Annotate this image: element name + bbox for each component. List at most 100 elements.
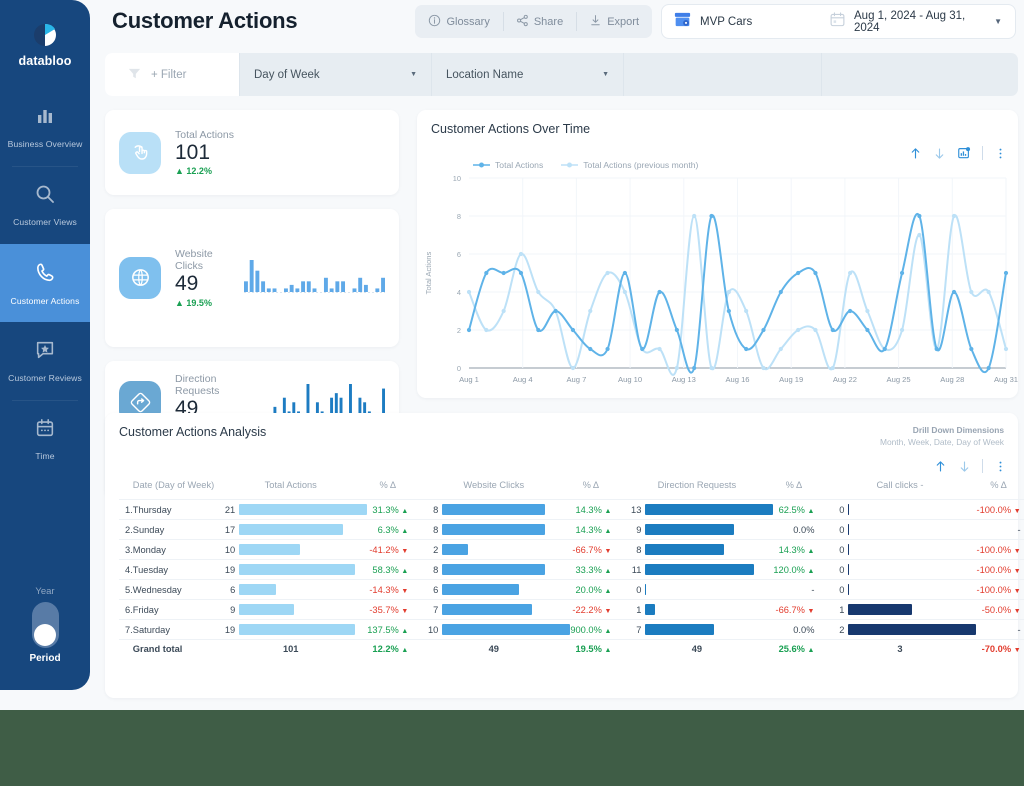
col-date[interactable]: Date (Day of Week) (133, 475, 214, 500)
table-row[interactable]: 4. Tuesday 19 58.3% ▲ 8 33.3% ▲ 11 120.0% ▲ 0 -10… (119, 559, 1024, 580)
col-direction-requests[interactable]: Direction Requests (620, 475, 773, 500)
table-header-row: Date (Day of Week) Total Actions % Δ Web… (119, 475, 1024, 500)
review-star-icon (34, 339, 56, 366)
row-day-name: Sunday (132, 519, 215, 540)
tap-click-icon (119, 131, 161, 174)
kpi-label: Direction Requests (175, 372, 220, 397)
legend-item[interactable]: Total Actions (previous month) (561, 160, 698, 170)
row-day-name: Monday (132, 539, 215, 560)
svg-text:Aug 25: Aug 25 (887, 375, 911, 384)
account-name: MVP Cars (700, 15, 753, 28)
table-row[interactable]: 7. Saturday 19 137.5% ▲ 10 900.0% ▲ 7 0.0% 2- (119, 619, 1024, 640)
table-toolbar (934, 459, 1007, 473)
bar-chart-icon (34, 105, 56, 132)
table-row[interactable]: 2. Sunday 17 6.3% ▲ 8 14.3% ▲ 9 0.0% 0- (119, 519, 1024, 540)
filter-bar: + Filter Day of Week ▼ Location Name ▼ (105, 53, 1018, 96)
svg-text:Aug 10: Aug 10 (618, 375, 642, 384)
col-total-actions[interactable]: Total Actions (214, 475, 367, 500)
table-row[interactable]: 1. Thursday 21 31.3% ▲ 8 14.3% ▲ 13 62.5% ▲ 0 -10… (119, 499, 1024, 520)
svg-text:0: 0 (457, 364, 461, 373)
toolbar-divider (982, 459, 983, 473)
share-icon (516, 14, 529, 30)
chevron-down-icon[interactable]: ▼ (410, 71, 417, 78)
chart-export-icon[interactable] (957, 146, 971, 160)
table-row[interactable]: 3. Monday 10 -41.2% ▼ 2 -66.7% ▼ 8 14.3% ▲ 0 -100… (119, 539, 1024, 560)
glossary-label: Glossary (446, 15, 490, 28)
col-call-clicks[interactable]: Call clicks - (823, 475, 976, 500)
svg-text:Aug 19: Aug 19 (779, 375, 803, 384)
sidebar-item-label: Business Overview (7, 139, 83, 149)
table-row[interactable]: 5. Wednesday 6 -14.3% ▼ 6 20.0% ▲ 0-0 -100.0% ▼ (119, 579, 1024, 600)
filter-slot-empty-1[interactable] (624, 53, 822, 96)
brand-logo[interactable]: databloo (0, 0, 90, 88)
legend-swatch (561, 162, 579, 168)
calendar-icon (829, 11, 846, 33)
search-icon (34, 183, 56, 210)
year-period-toggle[interactable]: Year Period (29, 586, 60, 690)
col-web-pct[interactable]: % Δ (570, 475, 620, 500)
kpi-card-total-actions[interactable]: Total Actions 101 ▲ 12.2% (105, 110, 399, 195)
sidebar-item-time[interactable]: Time (0, 400, 90, 478)
export-button[interactable]: Export (576, 5, 652, 38)
arrow-up-icon[interactable] (934, 460, 947, 473)
table-card: Customer Actions Analysis Drill Down Dim… (105, 413, 1024, 698)
row-index: 6. (119, 599, 133, 620)
svg-text:Aug 1: Aug 1 (459, 375, 479, 384)
globe-icon (119, 256, 161, 299)
sidebar-item-customer-reviews[interactable]: Customer Reviews (0, 322, 90, 400)
arrow-up-icon[interactable] (909, 147, 922, 160)
row-day-name: Friday (132, 599, 215, 620)
kpi-delta: ▲ 12.2% (175, 166, 212, 177)
share-button[interactable]: Share (502, 5, 576, 38)
svg-text:4: 4 (457, 288, 461, 297)
chevron-down-icon[interactable]: ▼ (994, 17, 1002, 26)
row-day-name: Thursday (132, 499, 215, 520)
filter-location-name[interactable]: Location Name ▼ (432, 53, 624, 96)
add-filter-button[interactable]: + Filter (105, 53, 240, 96)
sidebar-item-customer-actions[interactable]: Customer Actions (0, 244, 90, 322)
line-chart-plot: 0 2 4 6 8 10 Aug 1 Aug 4 Aug 7 Aug 10 Aug 13 Aug 16… (417, 172, 1018, 394)
toggle-track[interactable] (31, 602, 59, 648)
col-dir-pct[interactable]: % Δ (773, 475, 823, 500)
sidebar: databloo Business Overview Customer View… (0, 0, 90, 690)
arrow-down-icon[interactable] (958, 460, 971, 473)
sparkline-website-clicks (238, 257, 385, 299)
chevron-down-icon[interactable]: ▼ (602, 71, 609, 78)
filter-slot-empty-2[interactable] (822, 53, 1019, 96)
brand-name: databloo (18, 53, 72, 68)
legend-item[interactable]: Total Actions (473, 160, 543, 170)
row-day-name: Tuesday (132, 559, 215, 580)
toggle-knob[interactable] (34, 623, 56, 646)
kebab-menu-icon[interactable] (994, 147, 1007, 160)
chart-title: Customer Actions Over Time (431, 122, 591, 136)
kebab-menu-icon[interactable] (994, 460, 1007, 473)
svg-text:10: 10 (453, 174, 461, 183)
col-call-pct[interactable]: % Δ (976, 475, 1024, 500)
kpi-card-website-clicks[interactable]: Website Clicks 49 ▲ 19.5% (105, 209, 399, 347)
table-row[interactable]: 6. Friday 9 -35.7% ▼ 7 -22.2% ▼ 1 -66.7% ▼ 1 -50.… (119, 599, 1024, 620)
filter-day-of-week[interactable]: Day of Week ▼ (240, 53, 432, 96)
chart-card: Customer Actions Over Time Total Actions (417, 110, 1018, 398)
table-head: Date (Day of Week) Total Actions % Δ Web… (119, 475, 1024, 500)
svg-text:Total Actions: Total Actions (424, 251, 433, 294)
export-label: Export (607, 15, 639, 28)
col-total-pct[interactable]: % Δ (367, 475, 417, 500)
add-filter-label: + Filter (151, 68, 187, 81)
table-title: Customer Actions Analysis (119, 425, 267, 439)
date-range-selector[interactable]: Aug 1, 2024 - Aug 31, 2024 ▼ (829, 10, 1015, 34)
kpi-value: 101 (175, 140, 211, 164)
svg-text:6: 6 (457, 250, 461, 259)
table-body: 1. Thursday 21 31.3% ▲ 8 14.3% ▲ 13 62.5% ▲ 0 -10… (119, 499, 1024, 640)
row-index: 1. (119, 499, 133, 520)
arrow-down-icon[interactable] (933, 147, 946, 160)
col-website-clicks[interactable]: Website Clicks (417, 475, 570, 500)
sidebar-item-business-overview[interactable]: Business Overview (0, 88, 90, 166)
legend-label: Total Actions (previous month) (583, 160, 699, 170)
account-selector[interactable]: MVP Cars (662, 10, 829, 34)
drill-down-list: Month, Week, Date, Day of Week (880, 437, 1004, 447)
context-bar: MVP Cars Aug 1, 2024 - Aug 31, 2024 ▼ (661, 4, 1016, 39)
grand-total-web: 49 (417, 639, 571, 659)
glossary-button[interactable]: Glossary (415, 5, 502, 38)
filter-label: Location Name (446, 68, 524, 81)
sidebar-item-customer-views[interactable]: Customer Views (0, 166, 90, 244)
